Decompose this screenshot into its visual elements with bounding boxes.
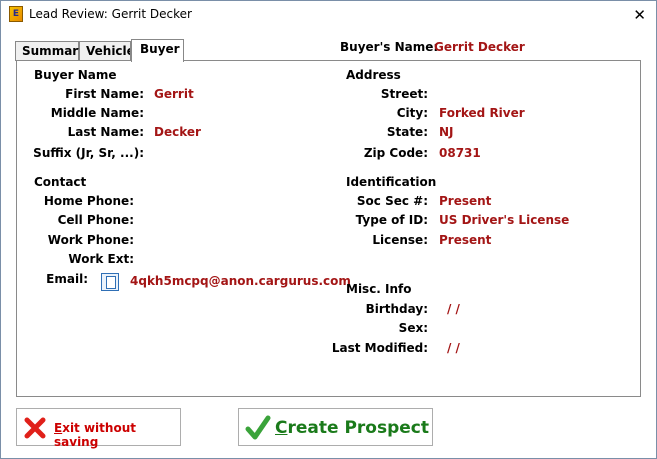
buyer-name-header-label: Buyer's Name: <box>340 40 439 54</box>
home-phone-label: Home Phone: <box>43 194 134 208</box>
document-icon[interactable] <box>101 273 119 291</box>
first-name-value: Gerrit <box>154 87 194 101</box>
birthday-value: / / <box>447 302 460 316</box>
create-label-rest: reate Prospect <box>287 418 429 438</box>
tab-buyer[interactable]: Buyer <box>131 39 184 62</box>
last-name-label: Last Name: <box>67 125 144 139</box>
exit-label-rest: xit without saving <box>54 421 136 449</box>
last-modified-value: / / <box>447 341 460 355</box>
id-type-label: Type of ID: <box>355 213 428 227</box>
state-label: State: <box>386 125 428 139</box>
create-button-label: Create Prospect <box>275 418 429 438</box>
state-value: NJ <box>439 125 454 139</box>
misc-info-section-title: Misc. Info <box>346 282 412 296</box>
first-name-label: First Name: <box>65 87 144 101</box>
window-title: Lead Review: Gerrit Decker <box>29 7 192 21</box>
email-label: Email: <box>46 272 88 286</box>
sex-label: Sex: <box>398 321 428 335</box>
exit-button-label: Exit without saving <box>54 421 180 449</box>
license-label: License: <box>372 233 428 247</box>
cell-phone-label: Cell Phone: <box>57 213 134 227</box>
address-section-title: Address <box>346 68 401 82</box>
lead-review-window: E Lead Review: Gerrit Decker ✕ Summary V… <box>0 0 657 459</box>
green-check-icon <box>245 415 271 440</box>
city-label: City: <box>396 106 428 120</box>
id-type-value: US Driver's License <box>439 213 570 227</box>
email-value: 4qkh5mcpq@anon.cargurus.com <box>130 274 351 288</box>
tab-summary[interactable]: Summary <box>15 41 86 61</box>
middle-name-label: Middle Name: <box>50 106 144 120</box>
buyer-name-header-value: Gerrit Decker <box>434 40 525 54</box>
identification-section-title: Identification <box>346 175 437 189</box>
zip-code-label: Zip Code: <box>363 146 428 160</box>
contact-section-title: Contact <box>34 175 87 189</box>
red-x-icon <box>24 417 46 439</box>
work-ext-label: Work Ext: <box>68 252 134 266</box>
license-value: Present <box>439 233 492 247</box>
last-name-value: Decker <box>154 125 201 139</box>
app-icon: E <box>9 6 23 22</box>
street-label: Street: <box>380 87 428 101</box>
buyer-name-section-title: Buyer Name <box>34 68 117 82</box>
tab-vehicle[interactable]: Vehicle <box>79 41 131 61</box>
soc-sec-label: Soc Sec #: <box>356 194 428 208</box>
city-value: Forked River <box>439 106 525 120</box>
close-button[interactable]: ✕ <box>633 6 646 24</box>
create-prospect-button[interactable]: Create Prospect <box>238 408 433 446</box>
zip-code-value: 08731 <box>439 146 481 160</box>
exit-without-saving-button[interactable]: Exit without saving <box>16 408 181 449</box>
soc-sec-value: Present <box>439 194 492 208</box>
exit-hotkey: E <box>54 421 63 435</box>
create-hotkey: C <box>275 418 288 438</box>
work-phone-label: Work Phone: <box>47 233 134 247</box>
birthday-label: Birthday: <box>365 302 428 316</box>
title-bar: E Lead Review: Gerrit Decker ✕ <box>1 1 656 29</box>
suffix-label: Suffix (Jr, Sr, ...): <box>33 146 144 160</box>
last-modified-label: Last Modified: <box>331 341 428 355</box>
